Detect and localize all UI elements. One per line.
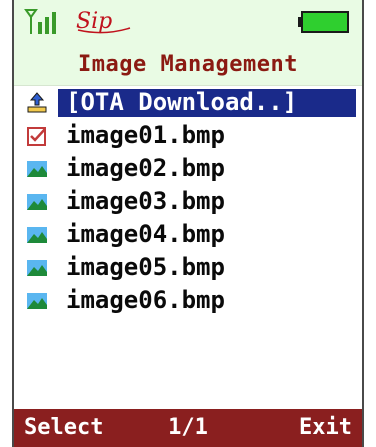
- softkey-bar: Select 1/1 Exit: [14, 409, 362, 447]
- list-item-image01[interactable]: image01.bmp: [14, 119, 362, 152]
- list-item-label: [OTA Download..]: [66, 88, 298, 116]
- ota-download-icon: [27, 92, 47, 113]
- list-item-label: image04.bmp: [66, 220, 225, 248]
- signal-strength-icon: [24, 9, 56, 34]
- list-item-label: image06.bmp: [66, 286, 225, 314]
- list-item-image02[interactable]: image02.bmp: [14, 152, 362, 185]
- exit-softkey[interactable]: Exit: [299, 409, 352, 447]
- image-file-icon: [27, 227, 47, 243]
- list-item-image04[interactable]: image04.bmp: [14, 218, 362, 251]
- list-item-image05[interactable]: image05.bmp: [14, 251, 362, 284]
- image-file-icon: [27, 194, 47, 210]
- battery-icon: [298, 11, 349, 33]
- list-item-label: image05.bmp: [66, 253, 225, 281]
- image-file-icon: [27, 260, 47, 276]
- file-list: [OTA Download..] image01.bmp image02.bmp…: [14, 86, 362, 317]
- list-item-label: image02.bmp: [66, 154, 225, 182]
- list-item-image06[interactable]: image06.bmp: [14, 284, 362, 317]
- sip-logo-icon: Sip: [76, 9, 131, 34]
- image-file-icon: [27, 293, 47, 309]
- list-item-label: image03.bmp: [66, 187, 225, 215]
- phone-screen: Sip Image Management [OTA Download..] im…: [12, 0, 364, 447]
- select-softkey[interactable]: Select: [24, 409, 103, 447]
- list-item-image03[interactable]: image03.bmp: [14, 185, 362, 218]
- status-bar: Sip: [14, 0, 362, 44]
- page-indicator: 1/1: [168, 415, 208, 440]
- page-title: Image Management: [14, 44, 362, 86]
- checkbox-checked-icon: [27, 127, 46, 146]
- list-item-ota-download[interactable]: [OTA Download..]: [14, 86, 362, 119]
- image-file-icon: [27, 161, 47, 177]
- list-item-label: image01.bmp: [66, 121, 225, 149]
